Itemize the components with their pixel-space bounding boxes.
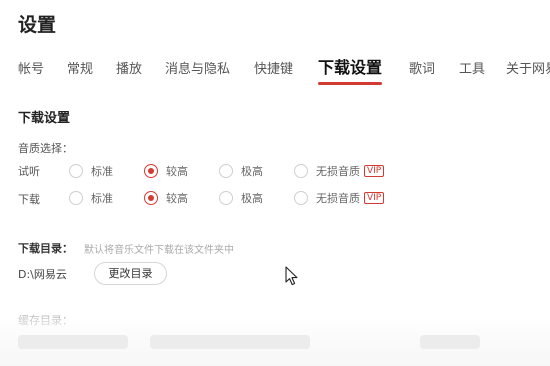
radio-label: 极高 [241,165,263,178]
download-dir-hint: 默认将音乐文件下载在该文件夹中 [84,245,234,256]
radio-download-standard[interactable]: 标准 [69,189,113,207]
settings-tabs: 帐号 常规 播放 消息与隐私 快捷键 下载设置 歌词 工具 关于网易 [0,54,550,85]
radio-indicator [219,164,233,178]
radio-indicator [69,191,83,205]
radio-label: 无损音质 [316,192,360,205]
row-label-download: 下载 [18,193,40,206]
radio-download-lossless[interactable]: 无损音质 VIP [294,189,385,207]
vip-badge: VIP [364,192,385,204]
radio-label: 极高 [241,192,263,205]
radio-label: 标准 [91,165,113,178]
radio-label: 较高 [166,165,188,178]
download-dir-label: 下载目录： [18,242,73,255]
mouse-pointer-icon [285,266,298,286]
tab-about[interactable]: 关于网易 [506,58,550,77]
radio-preview-high[interactable]: 较高 [144,162,188,180]
radio-label: 无损音质 [316,165,360,178]
radio-preview-lossless[interactable]: 无损音质 VIP [294,162,385,180]
radio-indicator [144,191,158,205]
tab-download-settings[interactable]: 下载设置 [318,54,383,85]
tab-general[interactable]: 常规 [67,58,93,77]
radio-indicator [294,191,308,205]
download-dir-path: D:\网易云 [18,268,67,281]
blurred-content [18,335,128,349]
radio-indicator [294,164,308,178]
radio-indicator [144,164,158,178]
quality-label: 音质选择： [18,142,73,155]
blurred-content [420,335,480,349]
radio-indicator [219,191,233,205]
blurred-content [150,335,310,349]
radio-preview-very-high[interactable]: 极高 [219,162,263,180]
radio-indicator [69,164,83,178]
radio-label: 较高 [166,192,188,205]
tab-shortcuts[interactable]: 快捷键 [254,58,293,77]
radio-download-high[interactable]: 较高 [144,189,188,207]
row-label-preview: 试听 [18,165,40,178]
radio-download-very-high[interactable]: 极高 [219,189,263,207]
radio-preview-standard[interactable]: 标准 [69,162,113,180]
section-title: 下载设置 [18,111,71,126]
change-directory-button[interactable]: 更改目录 [94,262,167,285]
tab-playback[interactable]: 播放 [116,58,142,77]
tab-lyrics[interactable]: 歌词 [409,58,435,77]
vip-badge: VIP [364,165,385,177]
tab-tools[interactable]: 工具 [459,58,485,77]
radio-label: 标准 [91,192,113,205]
tab-messages-privacy[interactable]: 消息与隐私 [165,58,230,77]
page-title: 设置 [18,14,57,36]
tab-account[interactable]: 帐号 [18,58,44,77]
